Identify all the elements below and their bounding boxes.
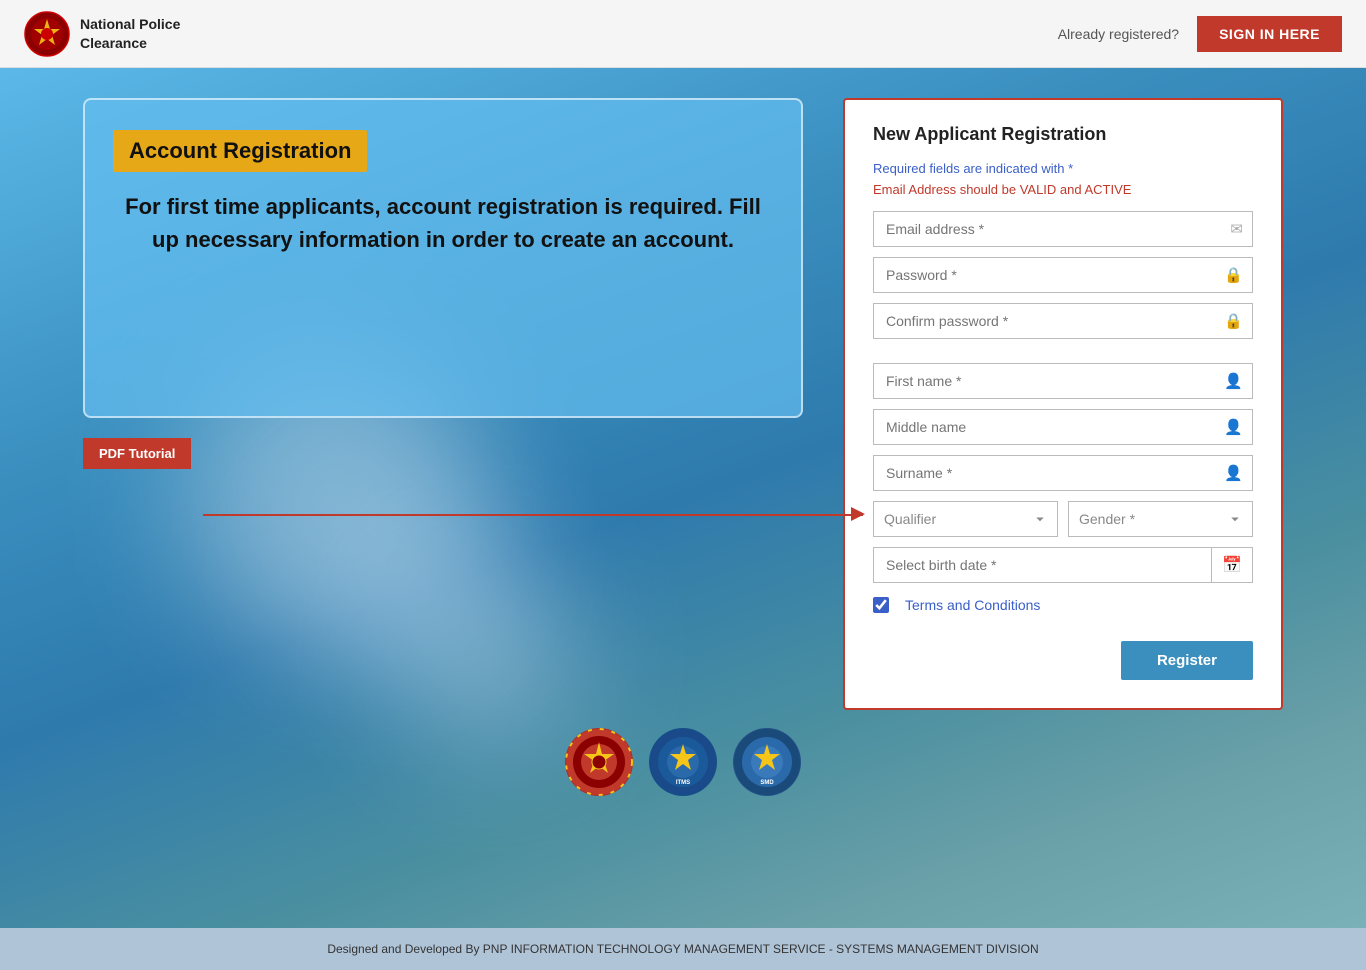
page-footer: Designed and Developed By PNP INFORMATIO… [0, 928, 1366, 970]
registration-form-panel: New Applicant Registration Required fiel… [843, 98, 1283, 710]
email-field-group: ✉ [873, 211, 1253, 247]
middlename-input[interactable] [873, 409, 1253, 445]
qualifier-gender-row: Qualifier Jr. Sr. II III IV Gender * Mal… [873, 501, 1253, 537]
qualifier-select[interactable]: Qualifier Jr. Sr. II III IV [873, 501, 1058, 537]
gender-select[interactable]: Gender * Male Female [1068, 501, 1253, 537]
svg-text:SMD: SMD [760, 780, 774, 786]
svg-text:ITMS: ITMS [676, 780, 690, 786]
form-divider-1 [873, 349, 1253, 363]
terms-checkbox[interactable] [873, 597, 889, 613]
firstname-field-group: 👤 [873, 363, 1253, 399]
confirm-password-input[interactable] [873, 303, 1253, 339]
password-field-group: 🔒 [873, 257, 1253, 293]
logo-area: National Police Clearance [24, 11, 180, 57]
email-icon: ✉ [1230, 220, 1243, 238]
calendar-button[interactable]: 📅 [1211, 547, 1253, 583]
birthdate-input[interactable] [873, 547, 1211, 583]
firstname-input[interactable] [873, 363, 1253, 399]
terms-row: Terms and Conditions [873, 597, 1253, 613]
password-input[interactable] [873, 257, 1253, 293]
lock-icon: 🔒 [1224, 266, 1243, 284]
middlename-field-group: 👤 [873, 409, 1253, 445]
surname-field-group: 👤 [873, 455, 1253, 491]
arrow-head [851, 507, 865, 521]
pnp-seal-logo-1 [565, 728, 633, 796]
footer-text: Designed and Developed By PNP INFORMATIO… [327, 942, 1038, 956]
info-text: For first time applicants, account regis… [113, 190, 773, 256]
pnp-seal-logo-3: SMD [733, 728, 801, 796]
register-button-row: Register [873, 641, 1253, 680]
pnp-logo-icon [24, 11, 70, 57]
page-header: National Police Clearance Already regist… [0, 0, 1366, 68]
main-content: Account Registration For first time appl… [0, 68, 1366, 928]
pnp-seal-logo-2: ITMS [649, 728, 717, 796]
arrow-line [203, 514, 863, 516]
email-valid-note: Email Address should be VALID and ACTIVE [873, 182, 1253, 197]
content-row: Account Registration For first time appl… [83, 98, 1283, 710]
person-icon-2: 👤 [1224, 418, 1243, 436]
person-icon-1: 👤 [1224, 372, 1243, 390]
email-input[interactable] [873, 211, 1253, 247]
already-registered-text: Already registered? [1058, 26, 1179, 42]
logos-row: ITMS SMD [565, 728, 801, 796]
lock-icon-2: 🔒 [1224, 312, 1243, 330]
required-fields-note: Required fields are indicated with * [873, 161, 1253, 176]
register-button[interactable]: Register [1121, 641, 1253, 680]
person-icon-3: 👤 [1224, 464, 1243, 482]
logo-text: National Police Clearance [80, 15, 180, 51]
form-title: New Applicant Registration [873, 124, 1253, 145]
confirm-password-field-group: 🔒 [873, 303, 1253, 339]
info-card: Account Registration For first time appl… [83, 98, 803, 418]
sign-in-button[interactable]: SIGN IN HERE [1197, 16, 1342, 52]
pdf-tutorial-button[interactable]: PDF Tutorial [83, 438, 191, 469]
left-panel: Account Registration For first time appl… [83, 98, 803, 710]
surname-input[interactable] [873, 455, 1253, 491]
arrow-container [83, 499, 803, 529]
terms-conditions-link[interactable]: Terms and Conditions [905, 597, 1040, 613]
header-right: Already registered? SIGN IN HERE [1058, 16, 1342, 52]
birthdate-field-group: 📅 [873, 547, 1253, 583]
account-registration-badge: Account Registration [113, 130, 367, 172]
